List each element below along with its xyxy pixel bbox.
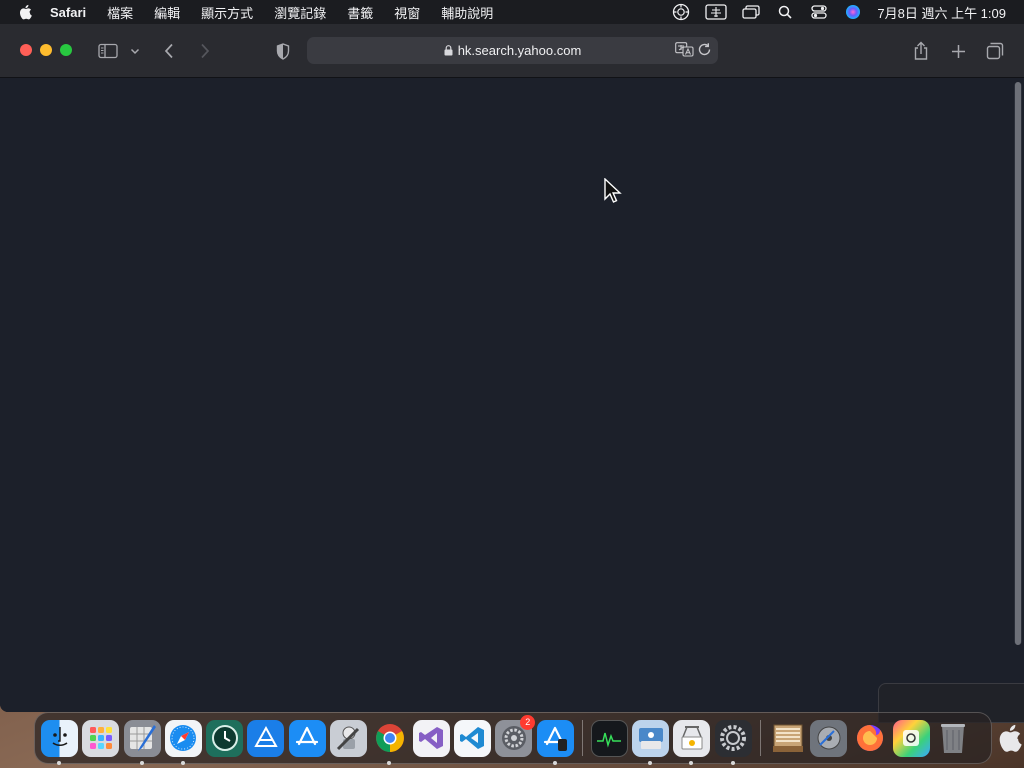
- dock-xcode-icon[interactable]: [247, 719, 285, 757]
- address-bar[interactable]: hk.search.yahoo.com: [307, 37, 718, 64]
- share-icon[interactable]: [910, 39, 932, 63]
- lock-icon: [444, 45, 453, 56]
- mouse-pointer-icon: [604, 177, 622, 209]
- sidebar-toggle-icon[interactable]: [96, 39, 120, 63]
- menu-clock[interactable]: 7月8日 週六 上午 1:09: [877, 3, 1006, 22]
- dock-chrome-icon[interactable]: [371, 720, 408, 765]
- screen-time-icon[interactable]: [671, 3, 691, 21]
- notification-badge: 2: [520, 714, 536, 730]
- dock-simulator-icon[interactable]: [536, 719, 574, 765]
- back-icon[interactable]: [160, 39, 178, 63]
- apple-logo-icon: [994, 712, 1024, 764]
- dock-time-machine-icon[interactable]: [206, 719, 244, 757]
- address-url: hk.search.yahoo.com: [457, 43, 582, 58]
- menu-view[interactable]: 顯示方式: [201, 3, 253, 22]
- dock-archive-drawer-icon[interactable]: [769, 720, 806, 757]
- menu-window[interactable]: 視窗: [394, 3, 420, 22]
- dock-automator-icon[interactable]: [330, 719, 368, 757]
- dock-safari-icon[interactable]: [164, 719, 202, 765]
- dock-running-indicator: [689, 760, 694, 765]
- window-minimize-button[interactable]: [40, 44, 52, 56]
- dock: 2: [34, 712, 992, 765]
- new-tab-icon[interactable]: [947, 39, 969, 63]
- dock-visual-studio-icon[interactable]: [412, 719, 450, 757]
- dock-running-indicator: [387, 760, 392, 765]
- translate-icon[interactable]: [675, 42, 694, 60]
- window-close-button[interactable]: [20, 44, 32, 56]
- dock-activity-monitor-icon[interactable]: [590, 719, 628, 757]
- dock-vscode-icon[interactable]: [453, 719, 491, 757]
- control-center-icon[interactable]: [809, 4, 829, 20]
- apple-menu-icon[interactable]: [18, 4, 36, 20]
- dock-system-preferences-icon[interactable]: 2: [495, 714, 536, 757]
- menu-file[interactable]: 檔案: [107, 3, 133, 22]
- scrollbar-thumb[interactable]: [1015, 82, 1021, 645]
- menu-help[interactable]: 輔助說明: [441, 3, 493, 22]
- dock-disk-utility-icon[interactable]: [810, 719, 848, 757]
- dock-running-indicator: [180, 760, 185, 765]
- dock-app-store-icon[interactable]: [288, 719, 326, 757]
- menu-bookmarks[interactable]: 書籤: [347, 3, 373, 22]
- menu-history[interactable]: 瀏覽記錄: [274, 3, 326, 22]
- dock-running-indicator: [57, 760, 61, 765]
- dock-image-capture-icon[interactable]: [632, 719, 670, 765]
- dock-separator: [581, 720, 583, 756]
- forward-icon[interactable]: [196, 39, 214, 63]
- dock-script-editor-icon[interactable]: [123, 719, 161, 765]
- browser-toolbar: hk.search.yahoo.com: [0, 24, 1024, 78]
- tab-overview-icon[interactable]: [984, 39, 1006, 63]
- input-method-icon[interactable]: [705, 4, 728, 20]
- vertical-scrollbar[interactable]: [1014, 82, 1022, 645]
- status-area: 7月8日 週六 上午 1:09: [657, 0, 1006, 24]
- menu-edit[interactable]: 編輯: [154, 3, 180, 22]
- dock-running-indicator: [552, 760, 557, 765]
- window-switch-icon[interactable]: [741, 4, 761, 20]
- dock-icon-composer-icon[interactable]: [892, 719, 930, 757]
- dock-running-indicator: [139, 760, 144, 765]
- spotlight-search-icon[interactable]: [775, 4, 795, 20]
- dock-settings-gear-icon[interactable]: [714, 719, 752, 765]
- privacy-shield-icon[interactable]: [274, 39, 292, 63]
- dock-separator: [760, 720, 762, 756]
- reload-icon[interactable]: [697, 42, 712, 60]
- dock-firefox-icon[interactable]: [852, 720, 889, 757]
- dock-running-indicator: [730, 760, 735, 765]
- window-maximize-button[interactable]: [60, 44, 72, 56]
- safari-window: hk.search.yahoo.com: [0, 24, 1024, 712]
- menu-bar: Safari 檔案 編輯 顯示方式 瀏覽記錄 書籤 視窗 輔助說明 7月8日 週…: [0, 0, 1024, 24]
- dock-launchpad-icon[interactable]: [82, 719, 120, 757]
- dock-trash-icon[interactable]: [934, 720, 971, 757]
- web-content-area[interactable]: [0, 78, 1024, 712]
- siri-icon[interactable]: [843, 4, 863, 20]
- dock-running-indicator: [648, 760, 653, 765]
- menu-app-name[interactable]: Safari: [50, 5, 86, 20]
- tab-group-chevron-down-icon[interactable]: [128, 39, 142, 63]
- dock-preview-icon[interactable]: [673, 719, 711, 765]
- dock-finder-icon[interactable]: [41, 719, 78, 765]
